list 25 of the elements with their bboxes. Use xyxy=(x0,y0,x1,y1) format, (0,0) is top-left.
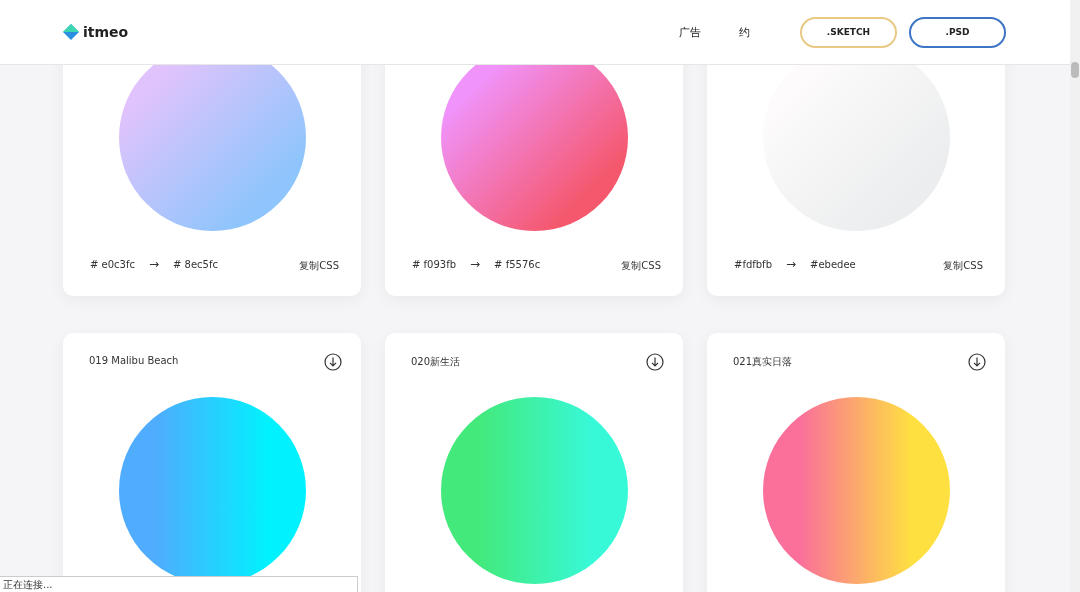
gradient-title: 021真实日落 xyxy=(733,355,793,369)
arrow-icon: → xyxy=(786,257,797,271)
copy-css-link[interactable]: 复制CSS xyxy=(299,259,339,273)
color-code: # f093fb xyxy=(412,258,457,270)
logo-icon xyxy=(63,24,79,40)
logo-text: itmeo xyxy=(83,24,129,40)
download-icon[interactable] xyxy=(324,353,342,371)
gradient-title: 020新生活 xyxy=(411,355,461,369)
download-icon[interactable] xyxy=(646,353,664,371)
copy-css-link[interactable]: 复制CSS xyxy=(943,259,983,273)
color-code: # f5576c xyxy=(494,258,541,270)
color-code: #ebedee xyxy=(810,258,856,270)
color-code: # 8ec5fc xyxy=(173,258,218,270)
download-button[interactable]: .PSD xyxy=(909,16,1006,48)
download-icon[interactable] xyxy=(968,353,986,371)
copy-css-link[interactable]: 复制CSS xyxy=(621,259,661,273)
nav-link[interactable]: 约 xyxy=(739,24,750,40)
arrow-icon: → xyxy=(148,257,159,271)
nav-link[interactable]: 广告 xyxy=(679,24,701,40)
status-bar: 正在连接... xyxy=(0,576,358,592)
gradient-title: 019 Malibu Beach xyxy=(89,355,179,366)
color-code: # e0c3fc xyxy=(90,258,135,270)
download-button[interactable]: .SKETCH xyxy=(800,16,897,48)
arrow-icon: → xyxy=(470,257,481,271)
color-code: #fdfbfb xyxy=(734,258,772,270)
